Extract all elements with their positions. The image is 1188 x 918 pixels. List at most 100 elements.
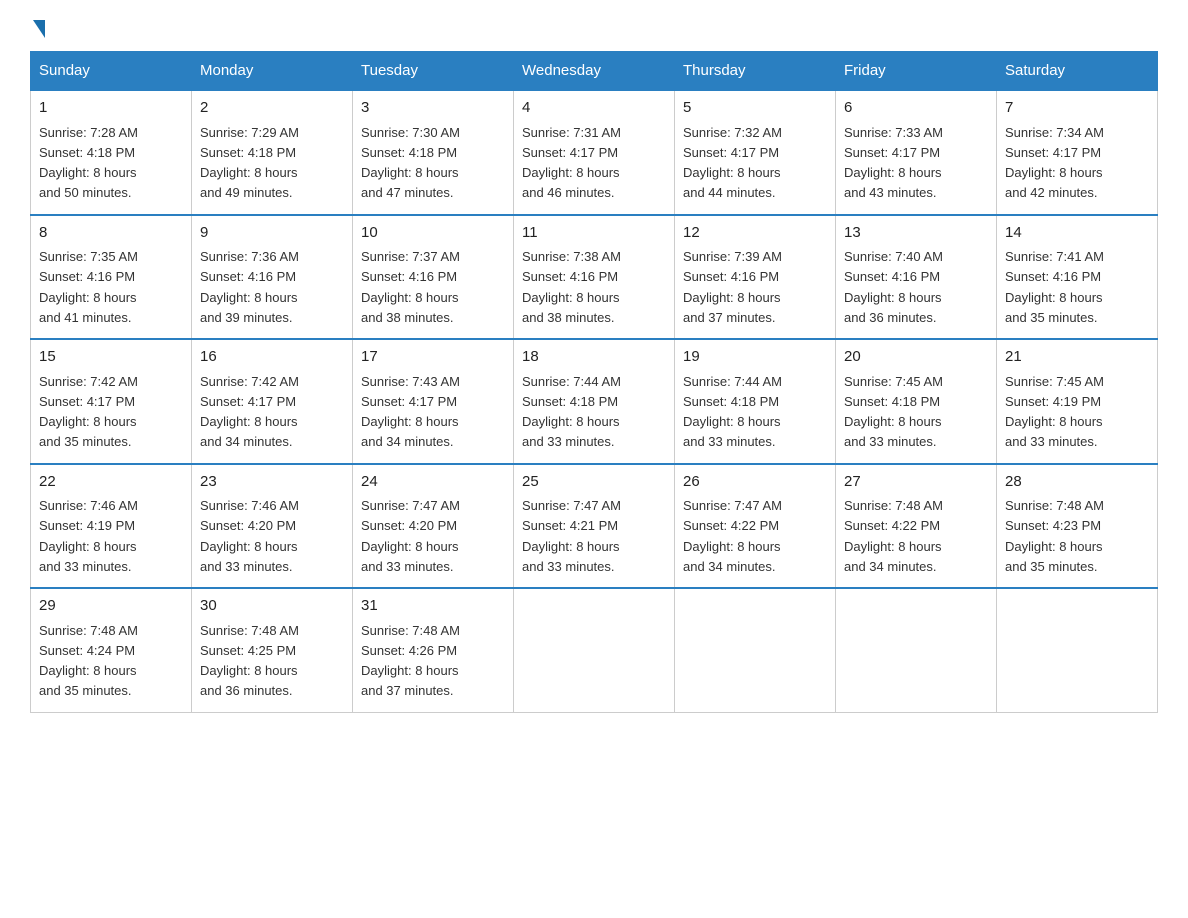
weekday-header-thursday: Thursday	[675, 52, 836, 91]
calendar-cell: 5 Sunrise: 7:32 AMSunset: 4:17 PMDayligh…	[675, 90, 836, 215]
day-info: Sunrise: 7:43 AMSunset: 4:17 PMDaylight:…	[361, 374, 460, 450]
day-number: 6	[844, 97, 988, 120]
day-info: Sunrise: 7:47 AMSunset: 4:21 PMDaylight:…	[522, 498, 621, 574]
day-number: 15	[39, 346, 183, 369]
day-info: Sunrise: 7:46 AMSunset: 4:20 PMDaylight:…	[200, 498, 299, 574]
calendar-cell: 24 Sunrise: 7:47 AMSunset: 4:20 PMDaylig…	[353, 464, 514, 589]
day-number: 1	[39, 97, 183, 120]
day-number: 8	[39, 222, 183, 245]
day-info: Sunrise: 7:48 AMSunset: 4:24 PMDaylight:…	[39, 623, 138, 699]
day-info: Sunrise: 7:36 AMSunset: 4:16 PMDaylight:…	[200, 249, 299, 325]
day-number: 27	[844, 471, 988, 494]
day-info: Sunrise: 7:28 AMSunset: 4:18 PMDaylight:…	[39, 125, 138, 201]
calendar-cell: 8 Sunrise: 7:35 AMSunset: 4:16 PMDayligh…	[31, 215, 192, 340]
day-number: 9	[200, 222, 344, 245]
calendar-cell: 23 Sunrise: 7:46 AMSunset: 4:20 PMDaylig…	[192, 464, 353, 589]
weekday-header-monday: Monday	[192, 52, 353, 91]
weekday-header-friday: Friday	[836, 52, 997, 91]
calendar-cell: 26 Sunrise: 7:47 AMSunset: 4:22 PMDaylig…	[675, 464, 836, 589]
day-info: Sunrise: 7:33 AMSunset: 4:17 PMDaylight:…	[844, 125, 943, 201]
calendar-cell: 16 Sunrise: 7:42 AMSunset: 4:17 PMDaylig…	[192, 339, 353, 464]
day-info: Sunrise: 7:46 AMSunset: 4:19 PMDaylight:…	[39, 498, 138, 574]
day-number: 23	[200, 471, 344, 494]
day-info: Sunrise: 7:42 AMSunset: 4:17 PMDaylight:…	[200, 374, 299, 450]
day-info: Sunrise: 7:47 AMSunset: 4:22 PMDaylight:…	[683, 498, 782, 574]
day-number: 22	[39, 471, 183, 494]
day-number: 10	[361, 222, 505, 245]
day-info: Sunrise: 7:48 AMSunset: 4:23 PMDaylight:…	[1005, 498, 1104, 574]
day-number: 2	[200, 97, 344, 120]
calendar-cell: 21 Sunrise: 7:45 AMSunset: 4:19 PMDaylig…	[997, 339, 1158, 464]
day-info: Sunrise: 7:47 AMSunset: 4:20 PMDaylight:…	[361, 498, 460, 574]
day-number: 16	[200, 346, 344, 369]
day-info: Sunrise: 7:45 AMSunset: 4:18 PMDaylight:…	[844, 374, 943, 450]
calendar-cell	[997, 588, 1158, 712]
weekday-header-saturday: Saturday	[997, 52, 1158, 91]
calendar-cell: 29 Sunrise: 7:48 AMSunset: 4:24 PMDaylig…	[31, 588, 192, 712]
day-number: 19	[683, 346, 827, 369]
logo-triangle-icon	[33, 20, 45, 38]
calendar-cell: 3 Sunrise: 7:30 AMSunset: 4:18 PMDayligh…	[353, 90, 514, 215]
day-number: 5	[683, 97, 827, 120]
day-number: 17	[361, 346, 505, 369]
day-number: 21	[1005, 346, 1149, 369]
calendar-cell: 12 Sunrise: 7:39 AMSunset: 4:16 PMDaylig…	[675, 215, 836, 340]
day-number: 13	[844, 222, 988, 245]
day-info: Sunrise: 7:34 AMSunset: 4:17 PMDaylight:…	[1005, 125, 1104, 201]
day-info: Sunrise: 7:44 AMSunset: 4:18 PMDaylight:…	[522, 374, 621, 450]
day-number: 3	[361, 97, 505, 120]
calendar-cell: 19 Sunrise: 7:44 AMSunset: 4:18 PMDaylig…	[675, 339, 836, 464]
day-number: 11	[522, 222, 666, 245]
day-info: Sunrise: 7:48 AMSunset: 4:25 PMDaylight:…	[200, 623, 299, 699]
calendar-week-2: 8 Sunrise: 7:35 AMSunset: 4:16 PMDayligh…	[31, 215, 1158, 340]
day-number: 26	[683, 471, 827, 494]
day-info: Sunrise: 7:39 AMSunset: 4:16 PMDaylight:…	[683, 249, 782, 325]
day-number: 29	[39, 595, 183, 618]
calendar-cell: 30 Sunrise: 7:48 AMSunset: 4:25 PMDaylig…	[192, 588, 353, 712]
calendar-cell: 20 Sunrise: 7:45 AMSunset: 4:18 PMDaylig…	[836, 339, 997, 464]
logo	[30, 20, 45, 31]
day-info: Sunrise: 7:30 AMSunset: 4:18 PMDaylight:…	[361, 125, 460, 201]
calendar-cell: 22 Sunrise: 7:46 AMSunset: 4:19 PMDaylig…	[31, 464, 192, 589]
day-info: Sunrise: 7:45 AMSunset: 4:19 PMDaylight:…	[1005, 374, 1104, 450]
calendar-cell: 2 Sunrise: 7:29 AMSunset: 4:18 PMDayligh…	[192, 90, 353, 215]
day-info: Sunrise: 7:29 AMSunset: 4:18 PMDaylight:…	[200, 125, 299, 201]
weekday-header-wednesday: Wednesday	[514, 52, 675, 91]
day-number: 28	[1005, 471, 1149, 494]
calendar-cell: 13 Sunrise: 7:40 AMSunset: 4:16 PMDaylig…	[836, 215, 997, 340]
day-number: 7	[1005, 97, 1149, 120]
calendar-cell	[514, 588, 675, 712]
calendar-cell: 7 Sunrise: 7:34 AMSunset: 4:17 PMDayligh…	[997, 90, 1158, 215]
calendar-cell: 10 Sunrise: 7:37 AMSunset: 4:16 PMDaylig…	[353, 215, 514, 340]
calendar-cell: 17 Sunrise: 7:43 AMSunset: 4:17 PMDaylig…	[353, 339, 514, 464]
day-info: Sunrise: 7:32 AMSunset: 4:17 PMDaylight:…	[683, 125, 782, 201]
day-info: Sunrise: 7:48 AMSunset: 4:26 PMDaylight:…	[361, 623, 460, 699]
calendar-table: SundayMondayTuesdayWednesdayThursdayFrid…	[30, 51, 1158, 713]
calendar-week-3: 15 Sunrise: 7:42 AMSunset: 4:17 PMDaylig…	[31, 339, 1158, 464]
calendar-cell: 27 Sunrise: 7:48 AMSunset: 4:22 PMDaylig…	[836, 464, 997, 589]
calendar-week-5: 29 Sunrise: 7:48 AMSunset: 4:24 PMDaylig…	[31, 588, 1158, 712]
calendar-cell: 9 Sunrise: 7:36 AMSunset: 4:16 PMDayligh…	[192, 215, 353, 340]
day-info: Sunrise: 7:41 AMSunset: 4:16 PMDaylight:…	[1005, 249, 1104, 325]
calendar-cell: 1 Sunrise: 7:28 AMSunset: 4:18 PMDayligh…	[31, 90, 192, 215]
calendar-cell: 28 Sunrise: 7:48 AMSunset: 4:23 PMDaylig…	[997, 464, 1158, 589]
calendar-cell	[836, 588, 997, 712]
day-number: 30	[200, 595, 344, 618]
day-number: 14	[1005, 222, 1149, 245]
day-number: 12	[683, 222, 827, 245]
day-number: 20	[844, 346, 988, 369]
calendar-cell: 18 Sunrise: 7:44 AMSunset: 4:18 PMDaylig…	[514, 339, 675, 464]
calendar-week-1: 1 Sunrise: 7:28 AMSunset: 4:18 PMDayligh…	[31, 90, 1158, 215]
day-info: Sunrise: 7:35 AMSunset: 4:16 PMDaylight:…	[39, 249, 138, 325]
calendar-cell: 4 Sunrise: 7:31 AMSunset: 4:17 PMDayligh…	[514, 90, 675, 215]
day-info: Sunrise: 7:42 AMSunset: 4:17 PMDaylight:…	[39, 374, 138, 450]
calendar-cell: 6 Sunrise: 7:33 AMSunset: 4:17 PMDayligh…	[836, 90, 997, 215]
day-info: Sunrise: 7:40 AMSunset: 4:16 PMDaylight:…	[844, 249, 943, 325]
weekday-header-sunday: Sunday	[31, 52, 192, 91]
day-info: Sunrise: 7:48 AMSunset: 4:22 PMDaylight:…	[844, 498, 943, 574]
calendar-cell: 25 Sunrise: 7:47 AMSunset: 4:21 PMDaylig…	[514, 464, 675, 589]
weekday-header-tuesday: Tuesday	[353, 52, 514, 91]
day-info: Sunrise: 7:38 AMSunset: 4:16 PMDaylight:…	[522, 249, 621, 325]
calendar-cell	[675, 588, 836, 712]
day-info: Sunrise: 7:37 AMSunset: 4:16 PMDaylight:…	[361, 249, 460, 325]
